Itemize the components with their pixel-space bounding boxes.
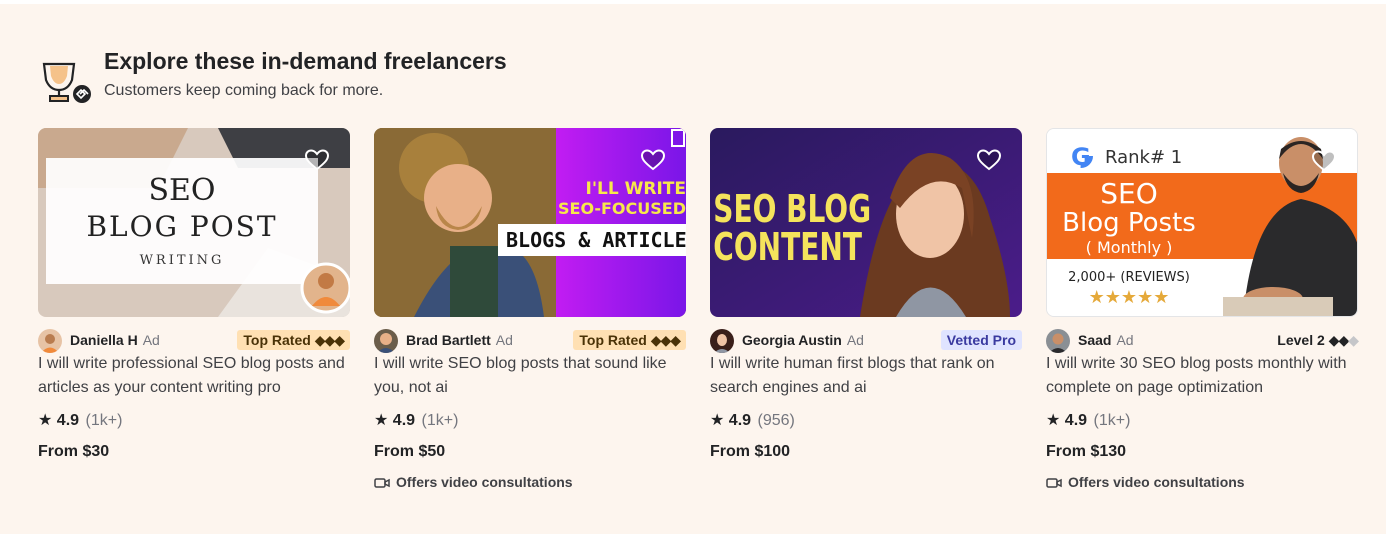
seller-name[interactable]: Saad Ad xyxy=(1078,332,1134,348)
svg-text:BLOG POST: BLOG POST xyxy=(86,210,277,243)
seller-name[interactable]: Georgia Austin Ad xyxy=(742,332,864,348)
svg-text:WRITING: WRITING xyxy=(140,253,225,268)
heart-icon[interactable] xyxy=(976,148,1002,172)
section-subtitle: Customers keep coming back for more. xyxy=(104,82,384,99)
rating: ★ 4.9 (1k+) xyxy=(1046,412,1131,429)
video-camera-icon xyxy=(374,478,390,488)
seller-info: Saad Ad Level 2 ◆◆◆ xyxy=(1046,328,1359,353)
heart-icon[interactable] xyxy=(304,148,330,172)
svg-text:★★★★★: ★★★★★ xyxy=(1089,287,1170,308)
star-icon: ★ xyxy=(710,412,725,429)
video-camera-icon xyxy=(1046,478,1062,488)
seller-info: Brad Bartlett Ad Top Rated ◆◆◆ xyxy=(374,328,686,353)
ad-label: Ad xyxy=(846,332,864,348)
heart-icon[interactable] xyxy=(640,148,666,172)
svg-text:SEO: SEO xyxy=(148,173,215,208)
gig-card[interactable]: G Rank# 1 SEO Blog Posts ( Monthly ) 2,0… xyxy=(1046,128,1359,508)
gig-title[interactable]: I will write SEO blog posts that sound l… xyxy=(374,352,684,400)
ad-label: Ad xyxy=(142,332,160,348)
gig-title[interactable]: I will write human first blogs that rank… xyxy=(710,352,1020,400)
gig-image[interactable]: SEO BLOG POST WRITING xyxy=(38,128,350,317)
gig-card[interactable]: SEO BLOG POST WRITING Daniella H Ad Top R… xyxy=(38,128,350,508)
svg-text:Blog Posts: Blog Posts xyxy=(1062,208,1196,238)
star-icon: ★ xyxy=(38,412,53,429)
freelancers-section: Explore these in-demand freelancers Cust… xyxy=(0,4,1386,534)
gig-card[interactable]: I'LL WRITE SEO-FOCUSED BLOGS & ARTICLES … xyxy=(374,128,686,508)
svg-text:I'LL WRITE: I'LL WRITE xyxy=(586,179,687,199)
heart-icon[interactable] xyxy=(1311,149,1337,173)
price: From $30 xyxy=(38,443,110,460)
video-consultation: Offers video consultations xyxy=(374,474,573,490)
svg-text:Rank# 1: Rank# 1 xyxy=(1105,147,1182,168)
gig-image[interactable]: I'LL WRITE SEO-FOCUSED BLOGS & ARTICLES xyxy=(374,128,686,317)
gig-image[interactable]: G Rank# 1 SEO Blog Posts ( Monthly ) 2,0… xyxy=(1046,128,1358,317)
rating: ★ 4.9 (956) xyxy=(710,412,795,429)
svg-text:( Monthly ): ( Monthly ) xyxy=(1086,238,1173,257)
svg-text:CONTENT: CONTENT xyxy=(713,226,862,270)
seller-name[interactable]: Brad Bartlett Ad xyxy=(406,332,513,348)
avatar[interactable] xyxy=(1046,329,1070,353)
video-consultation: Offers video consultations xyxy=(1046,474,1245,490)
seller-info: Georgia Austin Ad Vetted Pro xyxy=(710,328,1022,353)
star-icon: ★ xyxy=(374,412,389,429)
section-header: Explore these in-demand freelancers Cust… xyxy=(40,44,740,104)
gig-card[interactable]: SEO BLOG CONTENT Georgia Austin Ad Vetted… xyxy=(710,128,1022,508)
section-title: Explore these in-demand freelancers xyxy=(104,48,507,74)
price: From $50 xyxy=(374,443,446,460)
svg-text:2,000+ (REVIEWS): 2,000+ (REVIEWS) xyxy=(1068,270,1190,285)
star-icon: ★ xyxy=(1046,412,1061,429)
gig-title[interactable]: I will write 30 SEO blog posts monthly w… xyxy=(1046,352,1356,400)
gig-image[interactable]: SEO BLOG CONTENT xyxy=(710,128,1022,317)
ad-label: Ad xyxy=(1116,332,1134,348)
avatar[interactable] xyxy=(710,329,734,353)
svg-text:SEO-FOCUSED: SEO-FOCUSED xyxy=(558,199,686,218)
avatar[interactable] xyxy=(38,329,62,353)
seller-info: Daniella H Ad Top Rated ◆◆◆ xyxy=(38,328,350,353)
trophy-icon xyxy=(42,62,91,103)
svg-text:BLOGS & ARTICLES: BLOGS & ARTICLES xyxy=(506,228,686,252)
price: From $100 xyxy=(710,443,791,460)
level-badge: Level 2 ◆◆◆ xyxy=(1277,332,1359,348)
top-rated-badge: Top Rated ◆◆◆ xyxy=(573,330,686,350)
price: From $130 xyxy=(1046,443,1127,460)
rating: ★ 4.9 (1k+) xyxy=(38,412,123,429)
ad-label: Ad xyxy=(495,332,513,348)
top-rated-badge: Top Rated ◆◆◆ xyxy=(237,330,350,350)
avatar[interactable] xyxy=(374,329,398,353)
vetted-pro-badge: Vetted Pro xyxy=(940,330,1022,350)
gig-title[interactable]: I will write professional SEO blog posts… xyxy=(38,352,348,400)
rating: ★ 4.9 (1k+) xyxy=(374,412,459,429)
seller-name[interactable]: Daniella H Ad xyxy=(70,332,160,348)
svg-text:SEO: SEO xyxy=(1100,177,1158,210)
svg-text:G: G xyxy=(1071,143,1091,171)
